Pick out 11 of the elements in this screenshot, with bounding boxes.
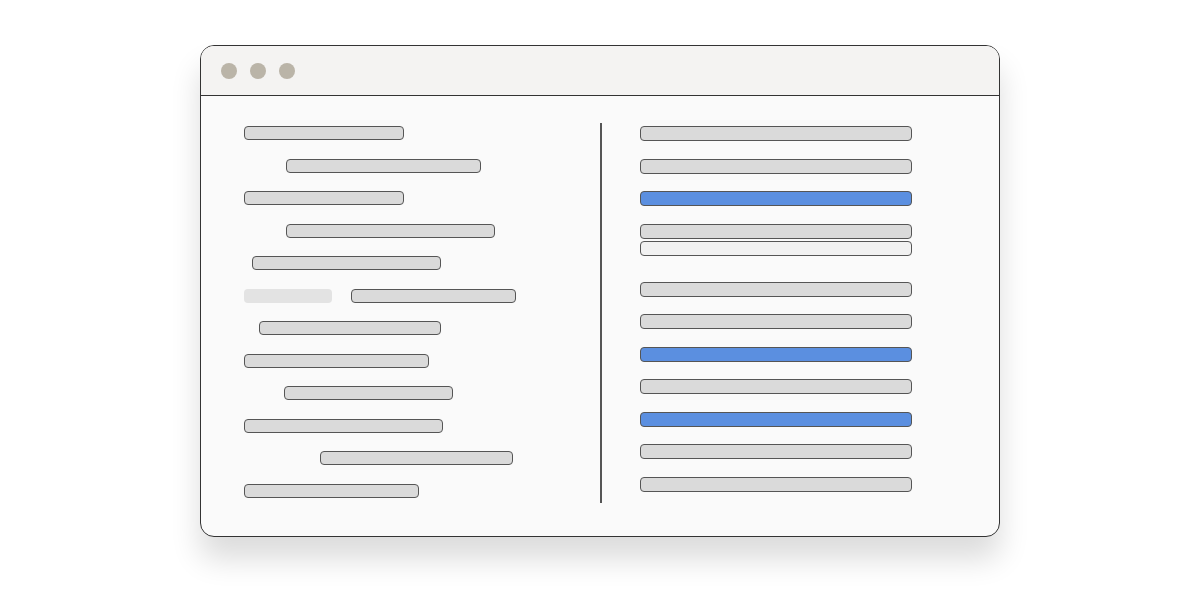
list-row[interactable] — [640, 314, 912, 329]
list-row[interactable] — [640, 126, 912, 141]
list-row[interactable] — [640, 476, 912, 492]
list-row[interactable] — [640, 346, 912, 362]
list-row[interactable] — [640, 158, 912, 174]
list-row[interactable] — [640, 444, 912, 459]
list-row[interactable] — [640, 281, 912, 297]
list-row[interactable] — [640, 379, 912, 394]
list-row[interactable] — [640, 240, 912, 256]
list-row[interactable] — [640, 223, 912, 239]
list-row[interactable] — [640, 411, 912, 427]
